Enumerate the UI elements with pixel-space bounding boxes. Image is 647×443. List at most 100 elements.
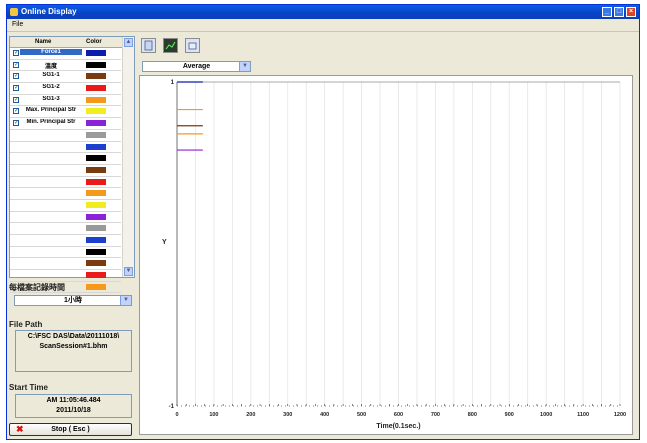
color-swatch[interactable] <box>86 166 106 173</box>
channel-row[interactable]: ✓ SG1-2 <box>10 83 121 95</box>
channel-row[interactable] <box>10 188 121 200</box>
channel-row[interactable]: ✓ SG1-3 <box>10 95 121 107</box>
channel-row[interactable] <box>10 258 121 271</box>
chevron-down-icon[interactable]: ▼ <box>239 62 250 71</box>
color-swatch[interactable] <box>86 61 106 68</box>
y-tick-label: 1 <box>171 80 175 86</box>
x-tick-label: 0 <box>175 412 178 418</box>
x-tick-label: 900 <box>505 412 514 418</box>
menu-file[interactable]: File <box>12 21 23 28</box>
x-tick-label: 1200 <box>614 412 626 418</box>
channel-row[interactable] <box>10 270 121 282</box>
chart-panel: 0 100 200 300 400 500 600 700 800 900 1000 1100 1200… <box>139 75 633 435</box>
color-swatch[interactable] <box>86 73 106 80</box>
mode-select[interactable]: Average ▼ <box>142 61 251 72</box>
x-tick-label: 800 <box>468 412 477 418</box>
print-icon[interactable] <box>185 38 200 53</box>
start-time-label: Start Time <box>9 383 48 392</box>
channel-row[interactable] <box>10 235 121 247</box>
color-swatch[interactable] <box>86 155 106 162</box>
channel-row[interactable] <box>10 130 121 142</box>
color-swatch[interactable] <box>86 143 106 150</box>
mode-select-value: Average <box>182 63 211 70</box>
x-tick-label: 700 <box>431 412 440 418</box>
color-swatch[interactable] <box>86 272 106 279</box>
channel-checkbox[interactable]: ✓ <box>13 85 19 92</box>
channel-name: 溫度 <box>44 63 57 70</box>
channel-row[interactable]: ✓ Force1 <box>10 48 121 60</box>
y-axis-label: Y <box>162 239 167 246</box>
channel-checkbox[interactable]: ✓ <box>13 50 19 56</box>
x-tick-label: 400 <box>320 412 329 418</box>
channel-row[interactable] <box>10 153 121 165</box>
channel-row[interactable]: ✓ 溫度 <box>10 60 121 72</box>
color-swatch[interactable] <box>86 213 106 220</box>
channel-checkbox[interactable]: ✓ <box>13 96 19 103</box>
channel-name: Force1 <box>20 49 82 55</box>
color-swatch[interactable] <box>86 50 106 56</box>
channel-row[interactable]: ✓ Max. Principal Str <box>10 106 121 119</box>
channel-row[interactable] <box>10 247 121 259</box>
color-column-header[interactable]: Color <box>86 37 102 47</box>
chart-icon[interactable] <box>163 38 178 53</box>
name-column-header[interactable]: Name <box>35 37 51 47</box>
scroll-up-icon[interactable]: ▲ <box>124 38 133 47</box>
channel-row[interactable] <box>10 177 121 189</box>
copy-icon[interactable] <box>141 38 156 53</box>
window-title: Online Display <box>21 7 77 16</box>
record-time-select[interactable]: 1小時 ▼ <box>14 295 132 306</box>
maximize-icon[interactable]: □ <box>614 7 624 17</box>
stop-button-label: Stop ( Esc ) <box>51 426 90 433</box>
x-tick-label: 1100 <box>577 412 589 418</box>
x-tick-label: 100 <box>209 412 218 418</box>
channel-row[interactable]: ✓ Min. Principal Str <box>10 118 121 130</box>
line-chart: 0 100 200 300 400 500 600 700 800 900 1000 1100 1200… <box>162 80 626 430</box>
color-swatch[interactable] <box>86 225 106 232</box>
channel-row[interactable] <box>10 200 121 212</box>
record-time-value: 1小時 <box>64 297 82 304</box>
color-swatch[interactable] <box>86 85 106 92</box>
channel-row[interactable] <box>10 223 121 235</box>
channel-checkbox[interactable]: ✓ <box>13 120 19 127</box>
x-tick-label: 500 <box>357 412 366 418</box>
start-time-line1: AM 11:05:46.484 <box>46 397 101 404</box>
channel-name: Max. Principal Str <box>25 107 77 114</box>
menu-bar: File <box>7 19 639 32</box>
stop-button[interactable]: ✖ Stop ( Esc ) <box>9 423 132 436</box>
color-swatch[interactable] <box>86 201 106 208</box>
color-swatch[interactable] <box>86 120 106 127</box>
x-tick-label: 1000 <box>540 412 552 418</box>
minimize-icon[interactable]: _ <box>602 7 612 17</box>
file-path-line1: C:\FSC DAS\Data\20111018\ <box>27 333 120 340</box>
channel-list-header: Name Color <box>10 37 134 48</box>
file-path-box: C:\FSC DAS\Data\20111018\ ScanSession#1.… <box>15 330 132 372</box>
channel-list-scrollbar[interactable]: ▲ ▼ <box>122 37 134 277</box>
channel-name: Min. Principal Str <box>26 119 76 126</box>
channel-row[interactable]: ✓ SG1-1 <box>10 71 121 84</box>
color-swatch[interactable] <box>86 237 106 243</box>
channel-checkbox[interactable]: ✓ <box>13 61 19 68</box>
channel-name: SG1-2 <box>42 84 60 91</box>
channel-row[interactable] <box>10 142 121 154</box>
channel-row[interactable] <box>10 165 121 177</box>
color-swatch[interactable] <box>86 190 106 197</box>
color-swatch[interactable] <box>86 108 106 115</box>
color-swatch[interactable] <box>86 131 106 138</box>
color-swatch[interactable] <box>86 260 106 267</box>
close-icon[interactable]: × <box>626 7 636 17</box>
title-bar: Online Display _ □ × <box>7 5 639 19</box>
x-tick-label: 600 <box>394 412 403 418</box>
channel-checkbox[interactable]: ✓ <box>13 73 19 80</box>
record-time-label: 每檔案記錄時間 <box>9 283 65 292</box>
color-swatch[interactable] <box>86 248 106 255</box>
chevron-down-icon[interactable]: ▼ <box>120 296 131 305</box>
color-swatch[interactable] <box>86 283 106 290</box>
x-tick-label: 200 <box>246 412 255 418</box>
channel-row[interactable] <box>10 212 121 224</box>
color-swatch[interactable] <box>86 96 106 103</box>
scroll-down-icon[interactable]: ▼ <box>124 267 133 276</box>
start-time-box: AM 11:05:46.484 2011/10/18 <box>15 394 132 418</box>
channel-checkbox[interactable]: ✓ <box>13 108 19 115</box>
stop-icon: ✖ <box>16 424 24 434</box>
color-swatch[interactable] <box>86 178 106 185</box>
